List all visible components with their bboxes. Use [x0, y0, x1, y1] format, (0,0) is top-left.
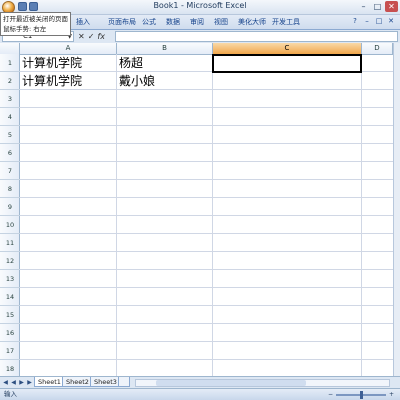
- column-header-d[interactable]: D: [362, 43, 393, 54]
- row-header[interactable]: 14: [0, 288, 20, 306]
- next-sheet-icon[interactable]: ▶: [18, 378, 25, 387]
- cell-b2[interactable]: 戴小娘: [117, 72, 155, 90]
- zoom-slider[interactable]: [335, 390, 386, 399]
- close-icon[interactable]: ✕: [385, 1, 398, 12]
- row-header[interactable]: 1: [0, 54, 20, 72]
- last-sheet-icon[interactable]: ▶: [26, 378, 33, 387]
- cell-b1[interactable]: 杨超: [117, 54, 143, 72]
- selected-cell-c1[interactable]: [212, 54, 362, 73]
- cell-a2[interactable]: 计算机学院: [20, 72, 82, 90]
- row-header[interactable]: 9: [0, 198, 20, 216]
- select-all-corner[interactable]: [0, 43, 20, 54]
- row-header-column: 1 2 3 4 5 6 7 8 9 10 11 12 13 14 15 16 1…: [0, 54, 20, 376]
- window-controls: – □ ✕: [357, 1, 398, 12]
- maximize-icon[interactable]: □: [371, 1, 384, 12]
- row-header[interactable]: 18: [0, 360, 20, 376]
- status-mode: 输入: [4, 390, 17, 398]
- minimize-icon[interactable]: –: [357, 1, 370, 12]
- tab-developer[interactable]: 开发工具: [272, 17, 300, 27]
- row-header[interactable]: 3: [0, 90, 20, 108]
- row-header[interactable]: 11: [0, 234, 20, 252]
- column-header-c[interactable]: C: [213, 43, 362, 54]
- row-header[interactable]: 16: [0, 324, 20, 342]
- horizontal-scroll-thumb[interactable]: [156, 380, 306, 386]
- sheet-nav-buttons: ◀ ◀ ▶ ▶: [2, 378, 33, 387]
- horizontal-scrollbar[interactable]: [135, 379, 390, 387]
- cancel-icon[interactable]: ✕: [78, 31, 85, 42]
- row-header[interactable]: 8: [0, 180, 20, 198]
- row-header[interactable]: 12: [0, 252, 20, 270]
- row-header[interactable]: 13: [0, 270, 20, 288]
- sheet-tab-sheet3[interactable]: Sheet3: [90, 377, 121, 387]
- ribbon-minimize-icon[interactable]: –: [362, 16, 372, 26]
- insert-sheet-icon[interactable]: [118, 377, 130, 387]
- row-header[interactable]: 7: [0, 162, 20, 180]
- status-bar: 输入 − +: [0, 388, 400, 400]
- row-header[interactable]: 4: [0, 108, 20, 126]
- column-header-a[interactable]: A: [20, 43, 117, 54]
- zoom-out-icon[interactable]: −: [328, 391, 333, 398]
- tab-data[interactable]: 数据: [166, 17, 180, 27]
- tab-page-layout[interactable]: 页面布局: [108, 17, 136, 27]
- vertical-scrollbar[interactable]: [393, 43, 400, 376]
- sheet-tab-sheet1[interactable]: Sheet1: [34, 377, 65, 387]
- first-sheet-icon[interactable]: ◀: [2, 378, 9, 387]
- ribbon-right-controls: ? – □ ✕: [350, 16, 396, 26]
- tab-insert[interactable]: 插入: [76, 17, 90, 27]
- sheet-tab-sheet2[interactable]: Sheet2: [62, 377, 93, 387]
- zoom-slider-knob[interactable]: [359, 390, 363, 399]
- row-header[interactable]: 5: [0, 126, 20, 144]
- row-header[interactable]: 2: [0, 72, 20, 90]
- ribbon-restore-icon[interactable]: □: [374, 16, 384, 26]
- sheet-tab-bar: ◀ ◀ ▶ ▶ Sheet1 Sheet2 Sheet3: [0, 376, 400, 388]
- cell-a1[interactable]: 计算机学院: [20, 54, 82, 72]
- tab-view[interactable]: 视图: [214, 17, 228, 27]
- row-header[interactable]: 17: [0, 342, 20, 360]
- insert-function-icon[interactable]: fx: [97, 31, 105, 42]
- tab-beautify-master[interactable]: 美化大师: [238, 17, 266, 27]
- zoom-in-icon[interactable]: +: [389, 391, 394, 398]
- formula-buttons: ✕ ✓ fx: [78, 31, 105, 42]
- ribbon-close-icon[interactable]: ✕: [386, 16, 396, 26]
- enter-icon[interactable]: ✓: [88, 31, 95, 42]
- formula-input[interactable]: [115, 31, 398, 42]
- tooltip-line-2: 鼠标手势: 右左: [3, 25, 47, 33]
- window-title: Book1 - Microsoft Excel: [153, 1, 247, 10]
- tooltip: 打开最近被关闭的页面 鼠标手势: 右左: [0, 12, 71, 36]
- prev-sheet-icon[interactable]: ◀: [10, 378, 17, 387]
- help-icon[interactable]: ?: [350, 16, 360, 26]
- worksheet-grid[interactable]: 1 2 3 4 5 6 7 8 9 10 11 12 13 14 15 16 1…: [0, 54, 393, 376]
- column-header-b[interactable]: B: [117, 43, 213, 54]
- row-header[interactable]: 6: [0, 144, 20, 162]
- tooltip-line-1: 打开最近被关闭的页面: [3, 15, 68, 23]
- row-header[interactable]: 10: [0, 216, 20, 234]
- row-header[interactable]: 15: [0, 306, 20, 324]
- tab-formulas[interactable]: 公式: [142, 17, 156, 27]
- zoom-control: − +: [328, 390, 394, 399]
- tab-review[interactable]: 审阅: [190, 17, 204, 27]
